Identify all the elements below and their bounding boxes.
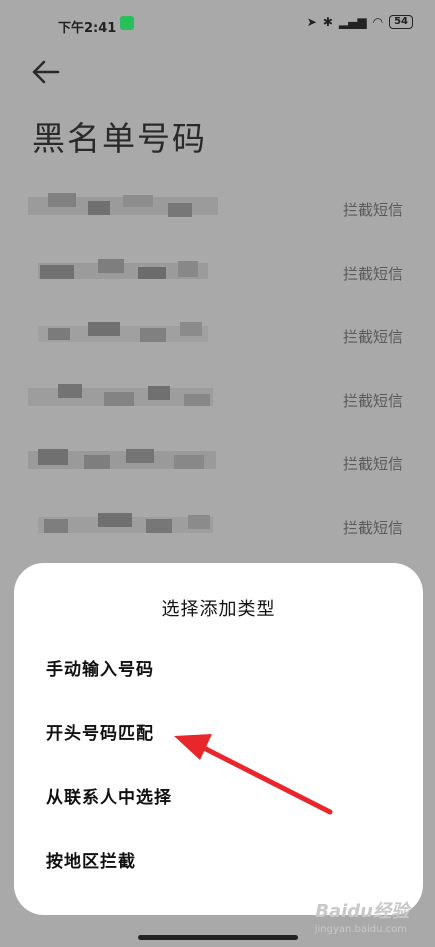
sheet-title: 选择添加类型 — [161, 599, 276, 620]
row-action-label: 拦截短信 — [342, 391, 403, 410]
option-by-region[interactable]: 按地区拦截 — [46, 847, 136, 872]
blurred-phone-number — [38, 512, 213, 533]
list-item[interactable]: 拦截短信 — [0, 429, 435, 493]
home-indicator[interactable] — [138, 935, 298, 940]
row-action-label: 拦截短信 — [342, 264, 403, 283]
list-item[interactable]: 拦截短信 — [0, 239, 435, 303]
status-bar: 下午2:41 ➤ ✱ ▂▄▆ ◠ 54 — [0, 0, 435, 50]
app-notification-icon — [120, 16, 134, 30]
bluetooth-icon: ✱ — [322, 15, 333, 29]
location-icon: ➤ — [306, 15, 317, 29]
blurred-phone-number — [28, 383, 213, 406]
blacklist-list: 拦截短信 拦截短信 拦截短信 拦截短信 拦截短信 拦截短信 — [0, 175, 435, 556]
back-arrow-icon[interactable] — [30, 58, 62, 86]
row-action-label: 拦截短信 — [342, 455, 403, 473]
list-item[interactable]: 拦截短信 — [0, 302, 435, 366]
list-item[interactable]: 拦截短信 — [0, 366, 435, 430]
watermark-brand: Baidu经验 — [315, 901, 409, 922]
list-item[interactable]: 拦截短信 — [0, 493, 435, 557]
row-action-label: 拦截短信 — [342, 201, 403, 219]
blurred-phone-number — [28, 449, 216, 469]
option-from-contacts[interactable]: 从联系人中选择 — [46, 783, 172, 808]
page-title: 黑名单号码 — [32, 119, 207, 158]
blurred-phone-number — [38, 258, 208, 279]
battery-icon: 54 — [389, 15, 413, 29]
add-type-sheet: 选择添加类型 手动输入号码 开头号码匹配 从联系人中选择 按地区拦截 — [14, 563, 423, 915]
signal-icon: ▂▄▆ — [338, 15, 367, 29]
row-action-label: 拦截短信 — [342, 518, 403, 537]
status-icons: ➤ ✱ ▂▄▆ ◠ 54 — [307, 15, 413, 29]
watermark-url: jingyan.baidu.com — [314, 924, 407, 935]
blurred-phone-number — [28, 193, 218, 217]
row-action-label: 拦截短信 — [342, 328, 403, 346]
blurred-phone-number — [38, 322, 208, 342]
status-time: 下午2:41 — [58, 21, 117, 36]
wifi-icon: ◠ — [372, 15, 384, 29]
option-manual-input[interactable]: 手动输入号码 — [46, 655, 154, 680]
option-prefix-match[interactable]: 开头号码匹配 — [46, 719, 154, 744]
list-item[interactable]: 拦截短信 — [0, 175, 435, 239]
